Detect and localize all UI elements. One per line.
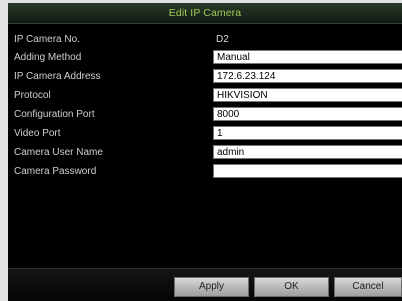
config-port-row: Configuration Port 8000 [8,106,402,124]
adding-method-row: Adding Method Manual [8,49,402,67]
dialog-title: Edit IP Camera [168,7,242,19]
user-name-row: Camera User Name admin [8,144,402,162]
camera-no-label: IP Camera No. [14,34,80,45]
camera-no-row: IP Camera No. D2 [8,31,402,49]
password-label: Camera Password [14,166,97,177]
user-name-field[interactable]: admin [213,145,402,159]
protocol-row: Protocol HIKVISION [8,87,402,105]
adding-method-select[interactable]: Manual [213,50,402,64]
password-field[interactable] [213,164,402,178]
config-port-label: Configuration Port [14,109,95,120]
protocol-value: HIKVISION [217,90,268,101]
video-port-field[interactable]: 1 [213,126,402,140]
protocol-label: Protocol [14,90,51,101]
dialog-footer: Apply OK Cancel [8,269,402,301]
dialog-titlebar: Edit IP Camera [8,3,402,24]
camera-no-value: D2 [216,34,229,45]
video-port-label: Video Port [14,128,61,139]
config-port-field[interactable]: 8000 [213,107,402,121]
edit-ip-camera-dialog: Edit IP Camera IP Camera No. D2 Adding M… [8,3,402,301]
user-name-value: admin [217,147,245,158]
password-row: Camera Password [8,163,402,181]
ok-button[interactable]: OK [254,277,329,297]
cancel-button[interactable]: Cancel [334,277,402,297]
ip-address-value: 172.6.23.124 [217,71,276,82]
video-port-row: Video Port 1 [8,125,402,143]
config-port-value: 8000 [217,109,240,120]
ip-address-label: IP Camera Address [14,71,101,82]
video-port-value: 1 [217,128,223,139]
protocol-select[interactable]: HIKVISION [213,88,402,102]
adding-method-value: Manual [217,52,250,63]
apply-button[interactable]: Apply [174,277,249,297]
adding-method-label: Adding Method [14,52,82,63]
user-name-label: Camera User Name [14,147,103,158]
ip-address-row: IP Camera Address 172.6.23.124 [8,68,402,86]
ip-address-field[interactable]: 172.6.23.124 [213,69,402,83]
